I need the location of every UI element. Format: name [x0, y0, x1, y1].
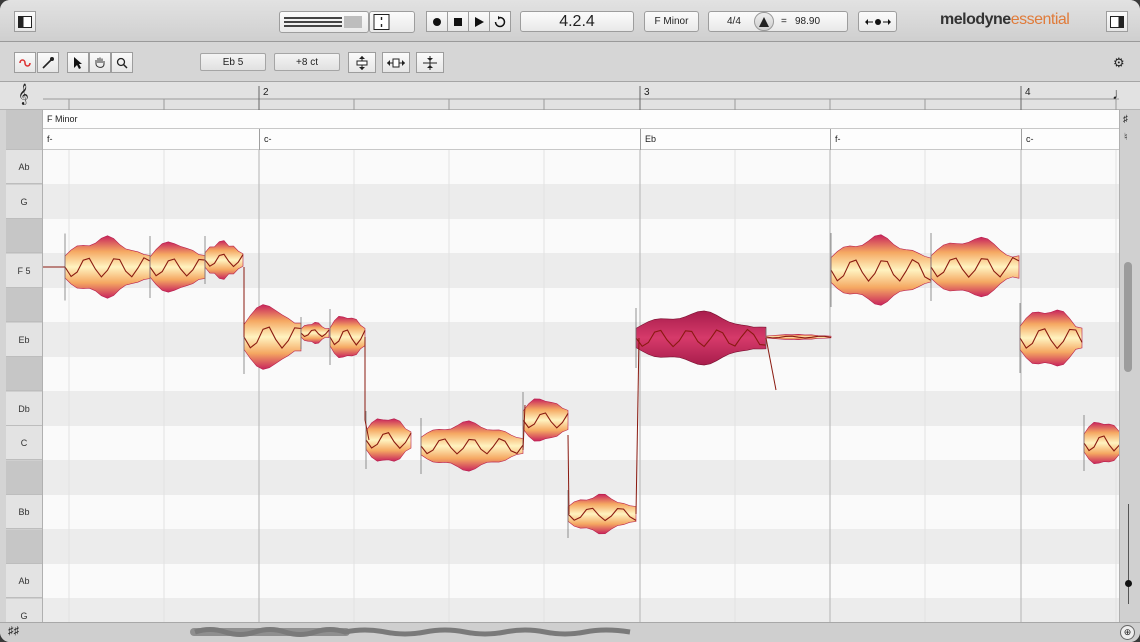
key-label: F Minor: [47, 114, 78, 124]
bar-number-2: 2: [263, 87, 269, 98]
treble-clef-icon[interactable]: 𝄞: [18, 84, 29, 105]
cent-offset-field[interactable]: +8 ct: [274, 53, 340, 71]
note-blob[interactable]: [149, 236, 206, 298]
bar-number-3: 3: [644, 87, 650, 98]
pitch-key[interactable]: C: [6, 426, 42, 460]
pointer-tool-icon[interactable]: [67, 52, 89, 73]
zoom-slider-handle[interactable]: [1125, 580, 1132, 587]
position-display[interactable]: 4.2.4: [520, 11, 634, 32]
pitch-key[interactable]: G: [6, 185, 42, 219]
key-row[interactable]: F Minor: [43, 110, 1119, 129]
vertical-scroll-thumb[interactable]: [1124, 262, 1132, 372]
chord-cell[interactable]: c-: [1021, 129, 1119, 150]
tempo-detect-icon[interactable]: [858, 11, 897, 32]
transport-bar: 4.2.4 F Minor 4/4 = 98.90 melodyneessent…: [0, 0, 1140, 42]
chord-cell[interactable]: c-: [259, 129, 640, 150]
edit-toolbar: Eb 5 +8 ct ⚙: [0, 42, 1140, 82]
logo-main: melodyne: [940, 11, 1011, 28]
overview-waveform[interactable]: [190, 625, 650, 639]
pitch-snap-icon[interactable]: ♮: [1124, 132, 1128, 143]
stop-icon[interactable]: [447, 11, 469, 32]
time-signature[interactable]: 4/4: [727, 16, 741, 27]
tempo-value[interactable]: 98.90: [795, 16, 820, 27]
pitch-key[interactable]: [6, 530, 42, 564]
pitch-key[interactable]: Ab: [6, 150, 42, 184]
pitch-key[interactable]: [6, 110, 42, 150]
pitch-key[interactable]: Bb: [6, 495, 42, 529]
tempo-box: 4/4 = 98.90: [708, 11, 848, 32]
timing-tool-icon[interactable]: [382, 52, 410, 73]
link-icon[interactable]: [14, 52, 36, 73]
scale-snap-icon[interactable]: ♯: [1123, 114, 1128, 125]
melodyne-window: 4.2.4 F Minor 4/4 = 98.90 melodyneessent…: [0, 0, 1140, 642]
logo-edition: essential: [1010, 11, 1070, 28]
play-icon[interactable]: [468, 11, 490, 32]
record-icon[interactable]: [426, 11, 448, 32]
note-blob[interactable]: [930, 233, 1020, 301]
chord-cell[interactable]: f-: [830, 129, 1021, 150]
right-panel-toggle-icon[interactable]: [1106, 11, 1128, 32]
pitch-key[interactable]: Db: [6, 392, 42, 426]
tempo-equals: =: [781, 16, 787, 27]
left-panel-toggle-icon[interactable]: [14, 11, 36, 32]
note-blob[interactable]: [64, 233, 151, 301]
note-pitch-field[interactable]: Eb 5: [200, 53, 266, 71]
note-blob[interactable]: [243, 300, 302, 374]
melodyne-logo: melodyneessential: [940, 11, 1070, 29]
horizontal-scrollbar[interactable]: ♯♯ ⊕: [0, 622, 1140, 642]
chord-cell[interactable]: Eb: [640, 129, 830, 150]
pitch-tool-icon[interactable]: [348, 52, 376, 73]
chord-cell[interactable]: f-: [43, 129, 259, 150]
hand-tool-icon[interactable]: [89, 52, 111, 73]
bar-number-4: 4: [1025, 87, 1031, 98]
bar-ruler[interactable]: 𝄞 2 3 4 ♩: [0, 82, 1140, 110]
pitch-key[interactable]: Eb: [6, 323, 42, 357]
vertical-scrollbar[interactable]: ♯ ♮: [1119, 110, 1140, 622]
pitch-key[interactable]: [6, 357, 42, 391]
chord-track[interactable]: f- c- Eb f- c-: [43, 129, 1119, 150]
pitch-key[interactable]: [6, 219, 42, 253]
pitch-key[interactable]: Ab: [6, 564, 42, 598]
metronome-icon[interactable]: [754, 12, 774, 31]
volume-slider[interactable]: [279, 11, 369, 33]
zoom-tool-icon[interactable]: [111, 52, 133, 73]
note-blob[interactable]: [1019, 303, 1083, 373]
pitch-key[interactable]: [6, 288, 42, 322]
gear-icon[interactable]: ⚙: [1113, 55, 1125, 71]
macro-tool-icon[interactable]: [37, 52, 59, 73]
note-editor[interactable]: [43, 150, 1119, 622]
sharp-icon[interactable]: ♯♯: [8, 625, 19, 637]
pitch-ruler[interactable]: Ab G F 5 Eb Db C Bb Ab G: [6, 110, 43, 633]
zoom-slider[interactable]: [1128, 504, 1129, 604]
note-value-icon[interactable]: ♩: [1112, 86, 1128, 104]
loop-icon[interactable]: [489, 11, 511, 32]
key-display[interactable]: F Minor: [644, 11, 699, 32]
playback-mode-box[interactable]: [369, 11, 415, 33]
ruler-ticks: [43, 86, 1119, 110]
fit-view-icon[interactable]: ⊕: [1120, 625, 1135, 640]
note-blob[interactable]: [830, 233, 932, 307]
note-blob[interactable]: [635, 308, 767, 368]
pitch-key[interactable]: F 5: [6, 254, 42, 288]
note-canvas[interactable]: [43, 150, 1119, 622]
separation-tool-icon[interactable]: [416, 52, 444, 73]
pitch-key[interactable]: [6, 461, 42, 495]
